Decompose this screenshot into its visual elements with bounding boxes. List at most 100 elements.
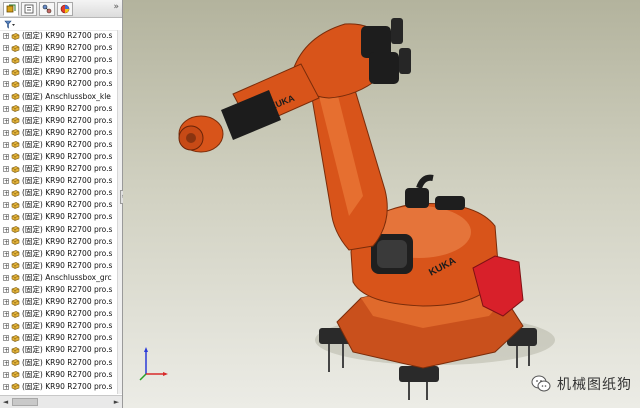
wrist-flange	[178, 115, 224, 153]
tree-item[interactable]: +(固定) KR90 R2700 pro.s	[0, 30, 117, 42]
tree-item[interactable]: +(固定) KR90 R2700 pro.s	[0, 308, 117, 320]
part-icon	[11, 371, 20, 378]
feature-tree-list: + (固定) KR90 R2700 pro.s + (固定) KR90 R2700 p…	[0, 30, 117, 394]
tree-item[interactable]: +(固定) KR90 R2700 pro.s	[0, 248, 117, 260]
filter-icon[interactable]	[4, 20, 16, 29]
tree-item[interactable]: +(固定) KR90 R2700 pro.s	[0, 175, 117, 187]
tree-item[interactable]: +(固定) KR90 R2700 pro.s	[0, 260, 117, 272]
property-manager-tab[interactable]	[21, 1, 37, 16]
expand-toggle-icon[interactable]: +	[3, 178, 9, 185]
tree-item[interactable]: +(固定) KR90 R2700 pro.s	[0, 127, 117, 139]
expand-toggle-icon[interactable]: +	[3, 299, 9, 306]
expand-toggle-icon[interactable]: +	[3, 335, 9, 342]
tree-item[interactable]: + (固定) KR90 R2700 pro.s	[0, 224, 117, 236]
scroll-left-arrow-icon[interactable]: ◄	[1, 397, 10, 407]
expand-toggle-icon[interactable]: +	[3, 214, 9, 221]
part-icon	[11, 93, 20, 100]
tree-item[interactable]: + (固定) KR90 R2700 pro.s	[0, 344, 117, 356]
tree-item-label: (固定) KR90 R2700 pro.s	[22, 369, 113, 379]
graphics-viewport[interactable]: KUKA KUKA 机械图纸狗	[123, 0, 640, 408]
part-icon	[11, 202, 20, 209]
part-icon	[11, 250, 20, 258]
expand-toggle-icon[interactable]: +	[3, 117, 9, 124]
tree-item[interactable]: +(固定) KR90 R2700 pro.s	[0, 320, 117, 332]
expand-toggle-icon[interactable]: +	[3, 323, 9, 330]
part-icon	[11, 117, 20, 125]
tree-item[interactable]: + (固定) KR90 R2700 pro.s	[0, 187, 117, 199]
expand-toggle-icon[interactable]: +	[3, 69, 9, 76]
tree-item[interactable]: + (固定) Anschlussbox_grc	[0, 272, 117, 284]
tree-item-label: (固定) KR90 R2700 pro.s	[22, 357, 113, 367]
expand-toggle-icon[interactable]: +	[3, 57, 9, 64]
expand-toggle-icon[interactable]: +	[3, 250, 9, 257]
part-icon	[11, 105, 20, 112]
tree-item[interactable]: +(固定) KR90 R2700 pro.s	[0, 393, 117, 395]
tree-item[interactable]: + (固定) KR90 R2700 pro.s	[0, 66, 117, 78]
tree-item[interactable]: + (固定) KR90 R2700 pro.s	[0, 357, 117, 369]
part-icon	[11, 335, 20, 342]
tree-item-label: (固定) KR90 R2700 pro.s	[22, 224, 113, 234]
display-manager-tab[interactable]	[57, 1, 73, 16]
feature-manager-tab[interactable]	[3, 1, 19, 16]
part-icon	[11, 141, 20, 149]
tree-item-label: (固定) Anschlussbox_grc	[22, 272, 112, 282]
coordinate-triad-icon	[139, 347, 168, 381]
part-icon	[11, 238, 20, 245]
tree-item[interactable]: +(固定) KR90 R2700 pro.s	[0, 332, 117, 344]
part-icon	[11, 286, 20, 294]
expand-toggle-icon[interactable]: +	[3, 371, 9, 378]
expand-toggle-icon[interactable]: +	[3, 311, 9, 318]
tree-item[interactable]: +(固定) KR90 R2700 pro.s	[0, 151, 117, 163]
collapse-panel-button[interactable]: »	[113, 2, 119, 12]
tree-item[interactable]: +(固定) KR90 R2700 pro.s	[0, 103, 117, 115]
tree-item-label: (固定) KR90 R2700 pro.s	[22, 345, 113, 355]
feature-manager-icon	[6, 4, 16, 12]
tree-item[interactable]: + (固定) Anschlussbox_kle	[0, 90, 117, 102]
expand-toggle-icon[interactable]: +	[3, 141, 9, 148]
expand-toggle-icon[interactable]: +	[3, 105, 9, 112]
tree-item[interactable]: + (固定) KR90 R2700 pro.s	[0, 54, 117, 66]
tree-item[interactable]: +(固定) KR90 R2700 pro.s	[0, 236, 117, 248]
expand-toggle-icon[interactable]: +	[3, 45, 9, 52]
scroll-right-arrow-icon[interactable]: ►	[112, 397, 121, 407]
display-manager-icon	[60, 4, 70, 13]
expand-toggle-icon[interactable]: +	[3, 274, 9, 281]
tree-item[interactable]: +(固定) KR90 R2700 pro.s	[0, 199, 117, 211]
tree-item[interactable]: + (固定) KR90 R2700 pro.s	[0, 78, 117, 90]
expand-toggle-icon[interactable]: +	[3, 347, 9, 354]
tree-item[interactable]: +(固定) KR90 R2700 pro.s	[0, 296, 117, 308]
expand-toggle-icon[interactable]: +	[3, 129, 9, 136]
tree-item[interactable]: +(固定) KR90 R2700 pro.s	[0, 42, 117, 54]
expand-toggle-icon[interactable]: +	[3, 33, 9, 40]
scroll-thumb[interactable]	[12, 398, 38, 406]
expand-toggle-icon[interactable]: +	[3, 359, 9, 366]
tree-item-label: (固定) KR90 R2700 pro.s	[22, 67, 113, 77]
expand-toggle-icon[interactable]: +	[3, 93, 9, 100]
tree-item[interactable]: +(固定) KR90 R2700 pro.s	[0, 211, 117, 223]
expand-toggle-icon[interactable]: +	[3, 81, 9, 88]
expand-toggle-icon[interactable]: +	[3, 166, 9, 173]
expand-toggle-icon[interactable]: +	[3, 153, 9, 160]
expand-toggle-icon[interactable]: +	[3, 190, 9, 197]
part-icon	[11, 322, 20, 330]
tree-item-label: (固定) KR90 R2700 pro.s	[22, 79, 113, 89]
tree-item-label: (固定) KR90 R2700 pro.s	[22, 188, 113, 198]
expand-toggle-icon[interactable]: +	[3, 202, 9, 209]
tree-horizontal-scrollbar[interactable]: ◄ ►	[0, 395, 122, 408]
part-icon	[11, 177, 20, 185]
tree-item[interactable]: +(固定) KR90 R2700 pro.s	[0, 284, 117, 296]
configuration-manager-tab[interactable]	[39, 1, 55, 16]
expand-toggle-icon[interactable]: +	[3, 238, 9, 245]
part-icon	[11, 56, 20, 64]
expand-toggle-icon[interactable]: +	[3, 262, 9, 269]
tree-item[interactable]: +(固定) KR90 R2700 pro.s	[0, 139, 117, 151]
tree-item[interactable]: +(固定) KR90 R2700 pro.s	[0, 381, 117, 393]
tree-item[interactable]: +(固定) KR90 R2700 pro.s	[0, 115, 117, 127]
expand-toggle-icon[interactable]: +	[3, 226, 9, 233]
part-icon	[11, 310, 20, 318]
tree-item[interactable]: +(固定) KR90 R2700 pro.s	[0, 163, 117, 175]
tree-item-label: (固定) KR90 R2700 pro.s	[22, 55, 113, 65]
expand-toggle-icon[interactable]: +	[3, 287, 9, 294]
expand-toggle-icon[interactable]: +	[3, 383, 9, 390]
tree-item[interactable]: + (固定) KR90 R2700 pro.s	[0, 369, 117, 381]
